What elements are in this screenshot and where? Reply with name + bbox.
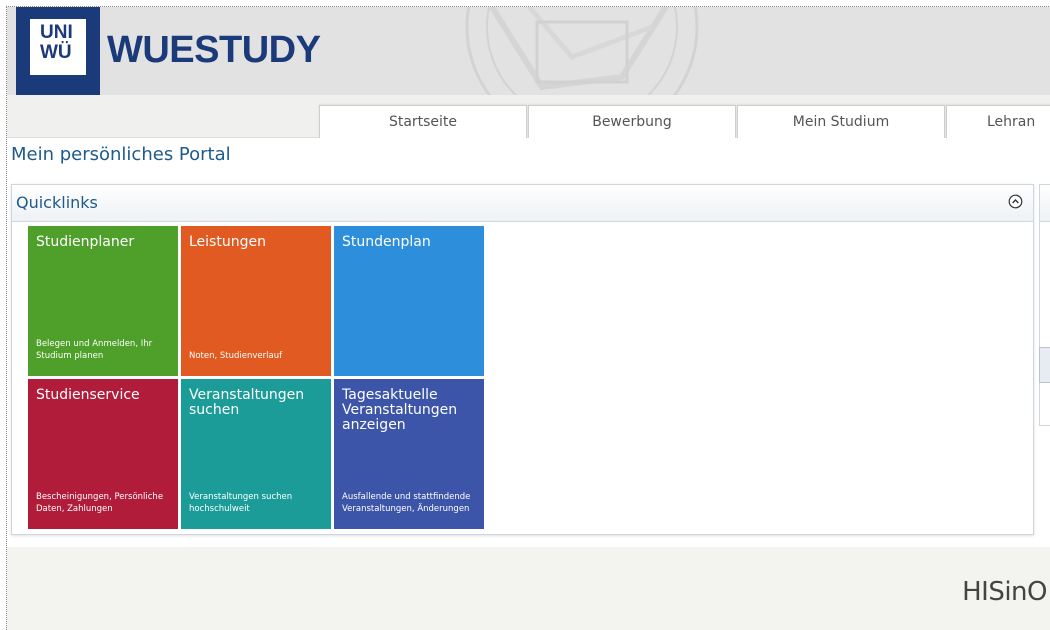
nav-tab-lehrangebot[interactable]: Lehran: [946, 105, 1050, 138]
tile-leistungen[interactable]: Leistungen Noten, Studienverlauf: [181, 226, 331, 376]
page-title: Mein persönliches Portal: [11, 144, 231, 165]
tile-subtitle: Ausfallende und stattfindende Veranstalt…: [342, 492, 471, 514]
logo-line-wu: WÜ: [40, 42, 72, 63]
footer-brand: HISinO: [962, 577, 1047, 607]
nav-tab-bewerbung[interactable]: Bewerbung: [528, 105, 736, 138]
tile-subtitle: Veranstaltungen suchen hochschulweit: [189, 492, 293, 514]
tile-veranstaltungen-suchen[interactable]: Veranstaltungen suchen Veranstaltungen s…: [181, 379, 331, 529]
side-panel-partial: [1039, 184, 1050, 426]
tile-title: Stundenplan: [342, 234, 431, 250]
quicklinks-header: Quicklinks: [12, 185, 1033, 222]
tile-title: Leistungen: [189, 234, 266, 250]
tile-studienplaner[interactable]: Studienplaner Belegen und Anmelden, Ihr …: [28, 226, 178, 376]
quicklinks-title: Quicklinks: [16, 193, 98, 212]
tile-title: Studienplaner: [36, 234, 135, 250]
tile-title: Veranstaltungen suchen: [189, 387, 305, 418]
tile-subtitle: Bescheinigungen, Persönliche Daten, Zahl…: [36, 492, 164, 514]
logo-mark: UNI WÜ: [30, 19, 86, 75]
tile-subtitle: Belegen und Anmelden, Ihr Studium planen: [36, 339, 153, 361]
university-seal-watermark: [465, 7, 699, 95]
tile-stundenplan[interactable]: Stundenplan: [334, 226, 484, 376]
tile-title: Tagesaktuelle Veranstaltungen anzeigen: [342, 387, 458, 433]
logo-line-uni: UNI: [40, 22, 73, 43]
collapse-icon[interactable]: [1008, 194, 1023, 209]
nav-tab-mein-studium[interactable]: Mein Studium: [737, 105, 945, 138]
side-panel-header: [1040, 185, 1050, 222]
quicklinks-panel: Quicklinks Studienplaner Belegen und Anm…: [11, 184, 1034, 535]
tile-title: Studienservice: [36, 387, 140, 403]
tile-studienservice[interactable]: Studienservice Bescheinigungen, Persönli…: [28, 379, 178, 529]
university-logo[interactable]: UNI WÜ: [16, 7, 100, 95]
site-header: UNI WÜ WUESTUDY: [7, 7, 1050, 95]
tile-subtitle: Noten, Studienverlauf: [189, 351, 283, 361]
main-navigation: Startseite Bewerbung Mein Studium Lehran: [7, 95, 1050, 138]
footer: HISinO: [7, 547, 1050, 630]
browser-viewport: UNI WÜ WUESTUDY Startseite Bewerbung Mei…: [6, 6, 1050, 630]
tile-tagesaktuelle-veranstaltungen[interactable]: Tagesaktuelle Veranstaltungen anzeigen A…: [334, 379, 484, 529]
side-panel-tab[interactable]: [1039, 347, 1050, 383]
brand-wordmark[interactable]: WUESTUDY: [107, 29, 321, 72]
nav-tab-startseite[interactable]: Startseite: [319, 105, 527, 138]
